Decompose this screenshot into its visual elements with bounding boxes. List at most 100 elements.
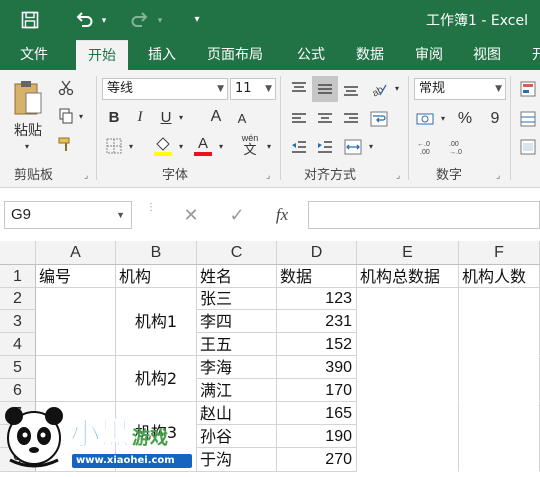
cell-B1[interactable]: 机构 xyxy=(116,265,197,288)
cell-D2[interactable]: 123 xyxy=(277,288,357,310)
cell-D9[interactable]: 270 xyxy=(277,448,357,472)
tab-file[interactable]: 文件 xyxy=(8,40,60,70)
cell-styles-icon[interactable] xyxy=(518,136,538,158)
format-table-icon[interactable] xyxy=(518,108,538,130)
font-launcher-icon[interactable]: ⌟ xyxy=(266,170,270,181)
cell-A5-merged[interactable] xyxy=(36,356,116,402)
accounting-format-icon[interactable] xyxy=(414,108,436,130)
font-size-select[interactable]: 11 ▼ xyxy=(230,78,276,100)
column-header[interactable]: C xyxy=(197,241,277,265)
cell-D1[interactable]: 数据 xyxy=(277,265,357,288)
clipboard-launcher-icon[interactable]: ⌟ xyxy=(84,170,88,181)
formula-input[interactable] xyxy=(308,201,540,229)
customize-icon[interactable]: ▾ xyxy=(190,8,204,32)
cell-C3[interactable]: 李四 xyxy=(197,310,277,333)
phonetic-dropdown-icon[interactable]: ▾ xyxy=(264,140,274,152)
borders-icon[interactable] xyxy=(104,136,124,156)
cell-B5-merged[interactable]: 机构2 xyxy=(116,356,197,402)
name-box[interactable]: G9 ▼ xyxy=(4,201,132,229)
paste-label[interactable]: 粘贴 xyxy=(8,120,48,140)
cell-C6[interactable]: 满江 xyxy=(197,379,277,402)
cell-D8[interactable]: 190 xyxy=(277,425,357,448)
paste-dropdown-icon[interactable]: ▾ xyxy=(20,140,34,152)
cell-C9[interactable]: 于沟 xyxy=(197,448,277,472)
insert-function-button[interactable]: fx xyxy=(268,201,296,229)
tab-data[interactable]: 数据 xyxy=(344,40,396,70)
row-header[interactable]: 2 xyxy=(0,288,36,310)
fill-color-dropdown-icon[interactable]: ▾ xyxy=(176,140,186,152)
alignment-launcher-icon[interactable]: ⌟ xyxy=(396,170,400,181)
cell-A2-merged[interactable] xyxy=(36,288,116,356)
column-header[interactable]: A xyxy=(36,241,116,265)
font-color-dropdown-icon[interactable]: ▾ xyxy=(216,140,226,152)
number-format-select[interactable]: 常规 ▼ xyxy=(414,78,506,100)
tab-formulas[interactable]: 公式 xyxy=(285,40,337,70)
borders-dropdown-icon[interactable]: ▾ xyxy=(126,140,136,152)
cell-B2-merged[interactable]: 机构1 xyxy=(116,288,197,356)
select-all-button[interactable] xyxy=(0,241,36,265)
phonetic-guide-button[interactable]: wén 文 xyxy=(238,132,262,160)
column-header[interactable]: E xyxy=(357,241,459,265)
number-launcher-icon[interactable]: ⌟ xyxy=(496,170,500,181)
underline-button[interactable]: U xyxy=(156,106,176,128)
cell-F2-F4[interactable] xyxy=(459,288,540,356)
fill-color-icon[interactable] xyxy=(152,134,174,158)
cell-D4[interactable]: 152 xyxy=(277,333,357,356)
enter-icon[interactable]: ✓ xyxy=(224,201,250,229)
font-name-select[interactable]: 等线 ▼ xyxy=(102,78,228,100)
tab-insert[interactable]: 插入 xyxy=(136,40,188,70)
align-top-icon[interactable] xyxy=(288,78,310,100)
column-header[interactable]: D xyxy=(277,241,357,265)
cell-D7[interactable]: 165 xyxy=(277,402,357,425)
tab-more[interactable]: 开 xyxy=(520,40,540,70)
copy-icon[interactable] xyxy=(56,106,76,126)
align-middle-icon[interactable] xyxy=(312,76,338,102)
row-header[interactable]: 5 xyxy=(0,356,36,379)
row-header[interactable]: 4 xyxy=(0,333,36,356)
column-header[interactable]: F xyxy=(459,241,540,265)
undo-icon[interactable] xyxy=(72,8,96,32)
cancel-icon[interactable]: ✕ xyxy=(178,201,204,229)
orientation-icon[interactable]: ab xyxy=(368,78,390,100)
cell-F5-F6[interactable] xyxy=(459,356,540,402)
conditional-format-icon[interactable] xyxy=(518,78,538,100)
orientation-dropdown-icon[interactable]: ▾ xyxy=(392,82,402,94)
redo-dropdown-icon[interactable]: ▾ xyxy=(154,8,166,32)
grow-font-button[interactable]: A xyxy=(206,106,226,128)
cell-C1[interactable]: 姓名 xyxy=(197,265,277,288)
decrease-indent-icon[interactable] xyxy=(288,136,310,158)
bold-button[interactable]: B xyxy=(104,106,124,128)
copy-dropdown-icon[interactable]: ▾ xyxy=(76,110,86,122)
cell-E7-E9[interactable] xyxy=(357,402,459,472)
percent-button[interactable]: % xyxy=(454,108,476,130)
tab-review[interactable]: 审阅 xyxy=(403,40,455,70)
redo-icon[interactable] xyxy=(128,8,152,32)
cell-D3[interactable]: 231 xyxy=(277,310,357,333)
increase-indent-icon[interactable] xyxy=(314,136,336,158)
tab-page-layout[interactable]: 页面布局 xyxy=(195,40,275,70)
decrease-decimal-icon[interactable]: .00 →.0 xyxy=(446,136,472,158)
comma-style-button[interactable]: 9 xyxy=(484,108,506,130)
align-center-icon[interactable] xyxy=(314,108,336,130)
increase-decimal-icon[interactable]: ←.0.00 xyxy=(414,136,440,158)
row-header[interactable]: 1 xyxy=(0,265,36,288)
cell-E1[interactable]: 机构总数据 xyxy=(357,265,459,288)
cell-F1[interactable]: 机构人数 xyxy=(459,265,540,288)
font-color-button[interactable]: A xyxy=(192,134,214,158)
align-bottom-icon[interactable] xyxy=(340,78,362,100)
format-painter-icon[interactable] xyxy=(56,134,76,154)
merge-center-icon[interactable] xyxy=(342,136,364,158)
accounting-dropdown-icon[interactable]: ▾ xyxy=(438,112,448,124)
shrink-font-button[interactable]: A xyxy=(232,108,252,128)
cell-D5[interactable]: 390 xyxy=(277,356,357,379)
paste-icon[interactable] xyxy=(10,78,46,118)
align-right-icon[interactable] xyxy=(340,108,362,130)
cell-D6[interactable]: 170 xyxy=(277,379,357,402)
cell-C8[interactable]: 孙谷 xyxy=(197,425,277,448)
cell-E2-E4[interactable] xyxy=(357,288,459,356)
align-left-icon[interactable] xyxy=(288,108,310,130)
merge-dropdown-icon[interactable]: ▾ xyxy=(366,140,376,152)
cell-C2[interactable]: 张三 xyxy=(197,288,277,310)
cell-E5-E6[interactable] xyxy=(357,356,459,402)
underline-dropdown-icon[interactable]: ▾ xyxy=(176,110,186,124)
